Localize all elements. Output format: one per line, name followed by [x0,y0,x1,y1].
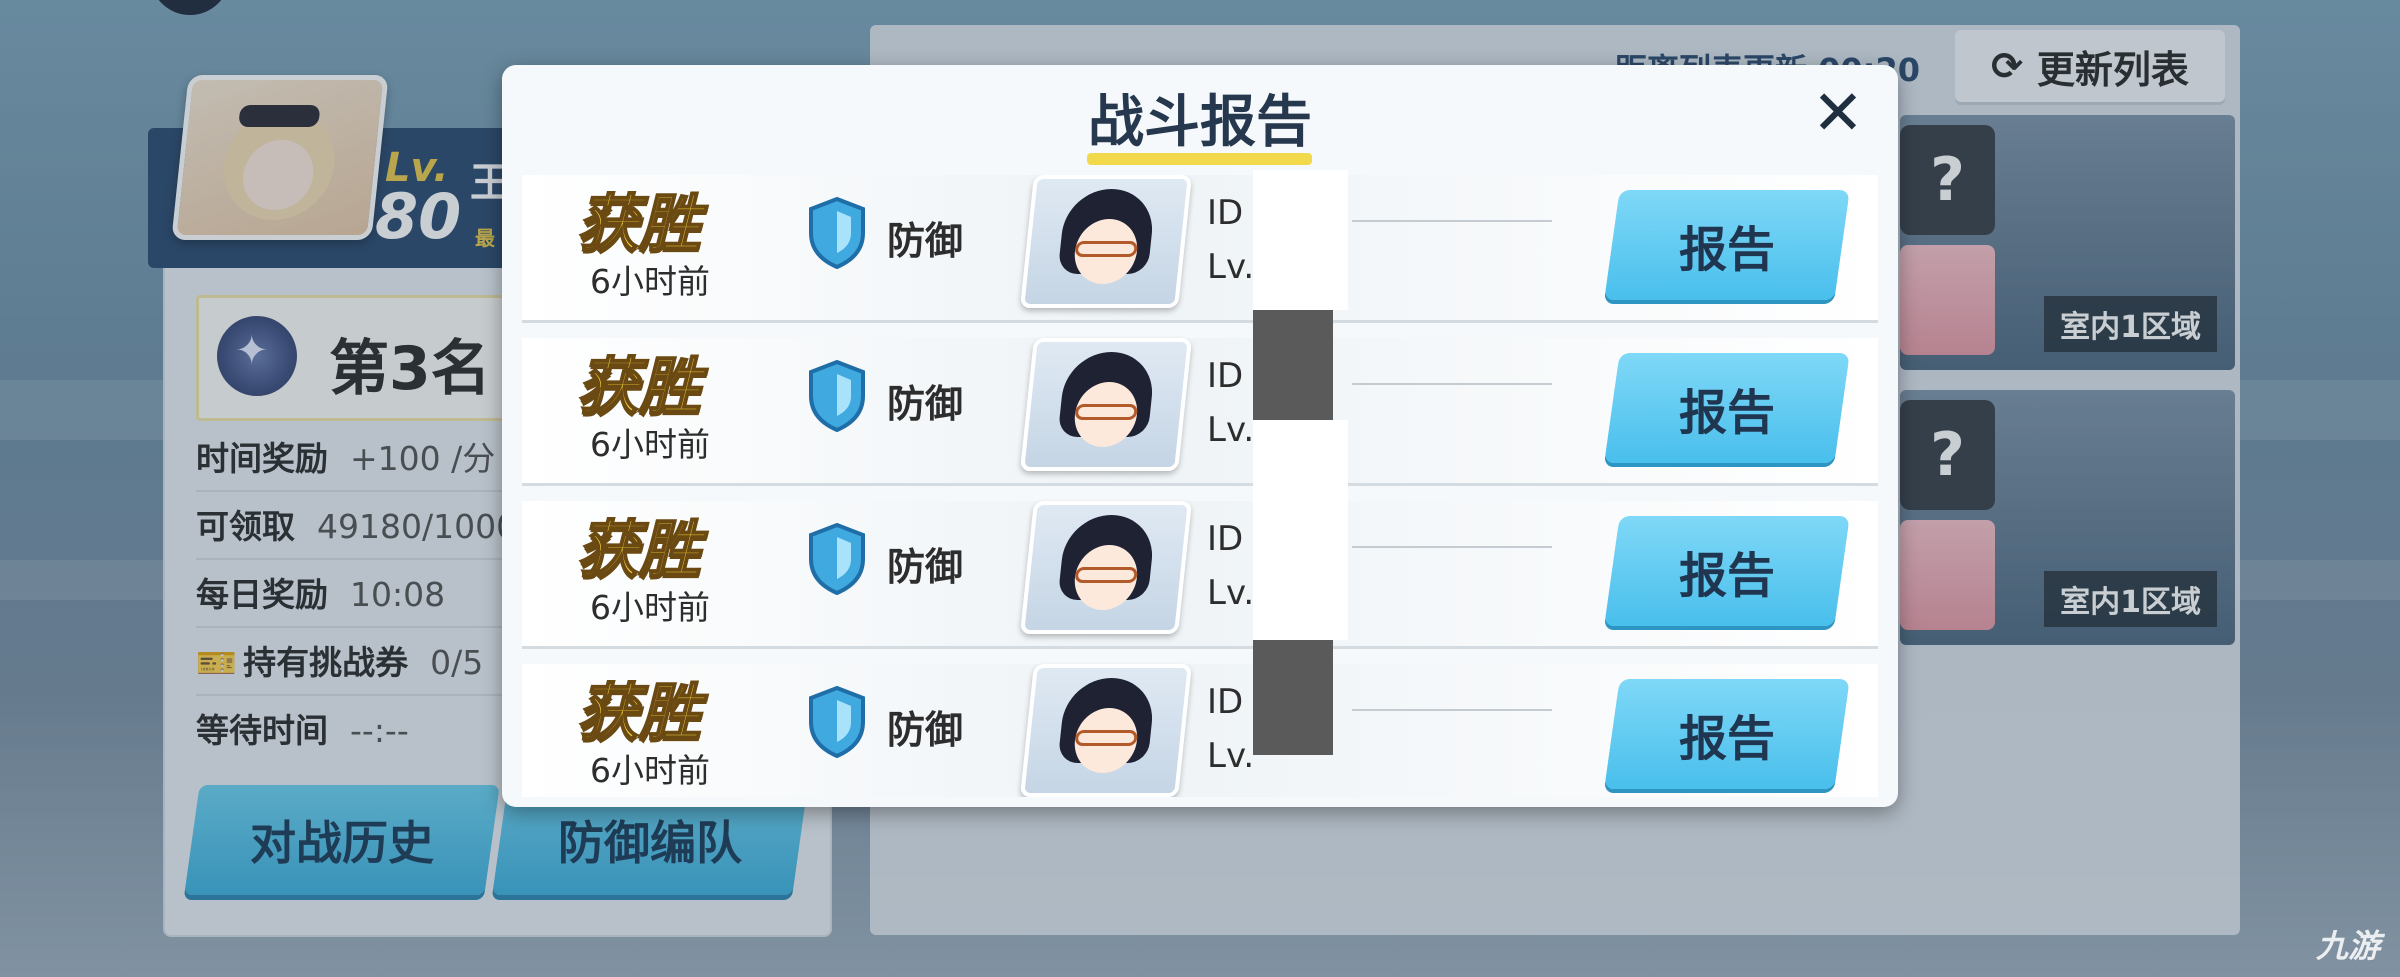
mode-label: 防御 [887,708,964,752]
mode-label: 防御 [887,545,964,589]
opponent-avatar [1020,175,1192,308]
opponent-level-label: Lv. [1207,247,1255,287]
report-button[interactable]: 报告 [1604,679,1850,789]
report-button[interactable]: 报告 [1604,190,1850,300]
title-underline [1087,153,1312,165]
result-label: 获胜 [576,675,702,750]
report-list[interactable]: 获胜 6小时前 防御 ID Lv. 报告 获胜 6小时前 防御 ID Lv. 报… [522,175,1878,797]
opponent-avatar [1020,338,1192,471]
mode-label: 防御 [887,219,964,263]
button-label: 报告 [1678,548,1775,604]
report-row: 获胜 6小时前 防御 ID Lv. 报告 [522,664,1878,797]
shield-icon [809,523,865,595]
opponent-avatar [1020,664,1192,797]
button-label: 报告 [1678,711,1775,767]
report-row: 获胜 6小时前 防御 ID Lv. 报告 [522,501,1878,649]
avatar-glasses [1074,241,1139,257]
divider [1352,546,1552,548]
opponent-level-label: Lv. [1207,573,1255,613]
redaction-mask [1253,170,1348,310]
shield-icon [809,197,865,269]
time-ago: 6小时前 [590,262,710,301]
result-label: 获胜 [576,349,702,424]
divider [1352,383,1552,385]
report-button[interactable]: 报告 [1604,516,1850,626]
time-ago: 6小时前 [590,588,710,627]
redaction-mask [1253,420,1348,640]
opponent-id-label: ID [1207,682,1244,722]
shield-icon [809,686,865,758]
time-ago: 6小时前 [590,425,710,464]
divider [1352,220,1552,222]
watermark-logo: 九游 [2315,927,2380,965]
result-label: 获胜 [576,186,702,261]
divider [1352,709,1552,711]
battle-report-modal: 战斗报告 ✕ 获胜 6小时前 防御 ID Lv. 报告 获胜 6小时前 防御 I… [502,65,1898,807]
report-row: 获胜 6小时前 防御 ID Lv. 报告 [522,338,1878,486]
report-row: 获胜 6小时前 防御 ID Lv. 报告 [522,175,1878,323]
result-label: 获胜 [576,512,702,587]
avatar-glasses [1074,404,1139,420]
opponent-avatar [1020,501,1192,634]
time-ago: 6小时前 [590,751,710,790]
button-label: 报告 [1678,385,1775,441]
button-label: 报告 [1678,222,1775,278]
avatar-glasses [1074,567,1139,583]
shield-icon [809,360,865,432]
mode-label: 防御 [887,382,964,426]
report-button[interactable]: 报告 [1604,353,1850,463]
opponent-level-label: Lv. [1207,736,1255,776]
opponent-id-label: ID [1207,519,1244,559]
redaction-mask [1253,640,1333,755]
opponent-id-label: ID [1207,356,1244,396]
close-icon[interactable]: ✕ [1808,82,1868,144]
opponent-level-label: Lv. [1207,410,1255,450]
modal-title: 战斗报告 [1088,90,1312,155]
redaction-mask [1253,310,1333,420]
avatar-glasses [1074,730,1139,746]
opponent-id-label: ID [1207,193,1244,233]
